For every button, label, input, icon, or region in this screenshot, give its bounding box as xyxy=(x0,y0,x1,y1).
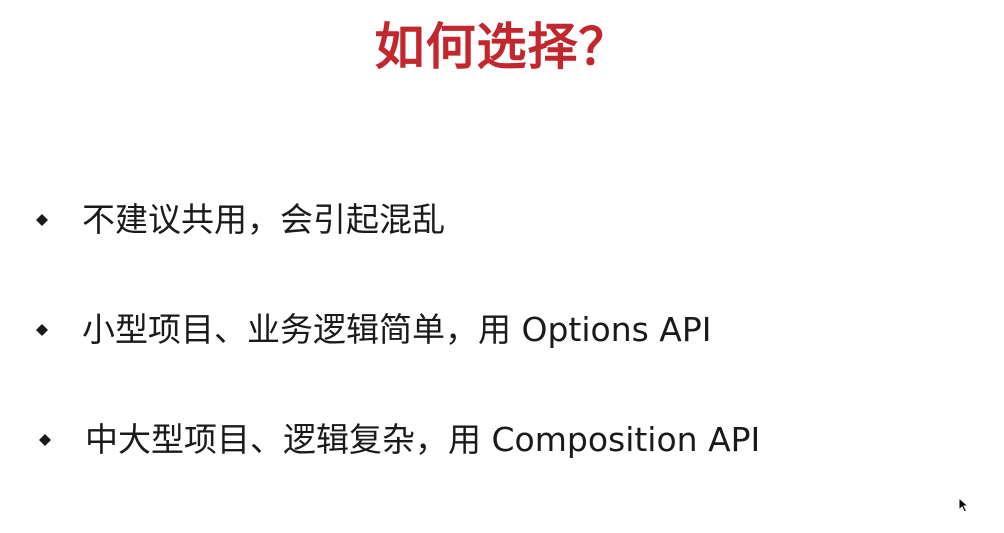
diamond-bullet-icon xyxy=(39,434,51,446)
bullet-text: 不建议共用，会引起混乱 xyxy=(82,200,445,239)
diamond-bullet-icon xyxy=(36,324,48,336)
bullet-text: 中大型项目、逻辑复杂，用 Composition API xyxy=(85,420,761,459)
bullet-item: 中大型项目、逻辑复杂，用 Composition API xyxy=(39,416,760,464)
bullet-list: 不建议共用，会引起混乱 小型项目、业务逻辑简单，用 Options API 中大… xyxy=(0,0,1004,533)
presentation-slide: 如何选择？ 不建议共用，会引起混乱 小型项目、业务逻辑简单，用 Options … xyxy=(0,0,1004,533)
mouse-pointer-icon xyxy=(958,496,970,513)
bullet-item: 不建议共用，会引起混乱 xyxy=(36,196,445,244)
bullet-item: 小型项目、业务逻辑简单，用 Options API xyxy=(36,306,712,354)
diamond-bullet-icon xyxy=(36,214,48,226)
bullet-text: 小型项目、业务逻辑简单，用 Options API xyxy=(82,310,712,349)
